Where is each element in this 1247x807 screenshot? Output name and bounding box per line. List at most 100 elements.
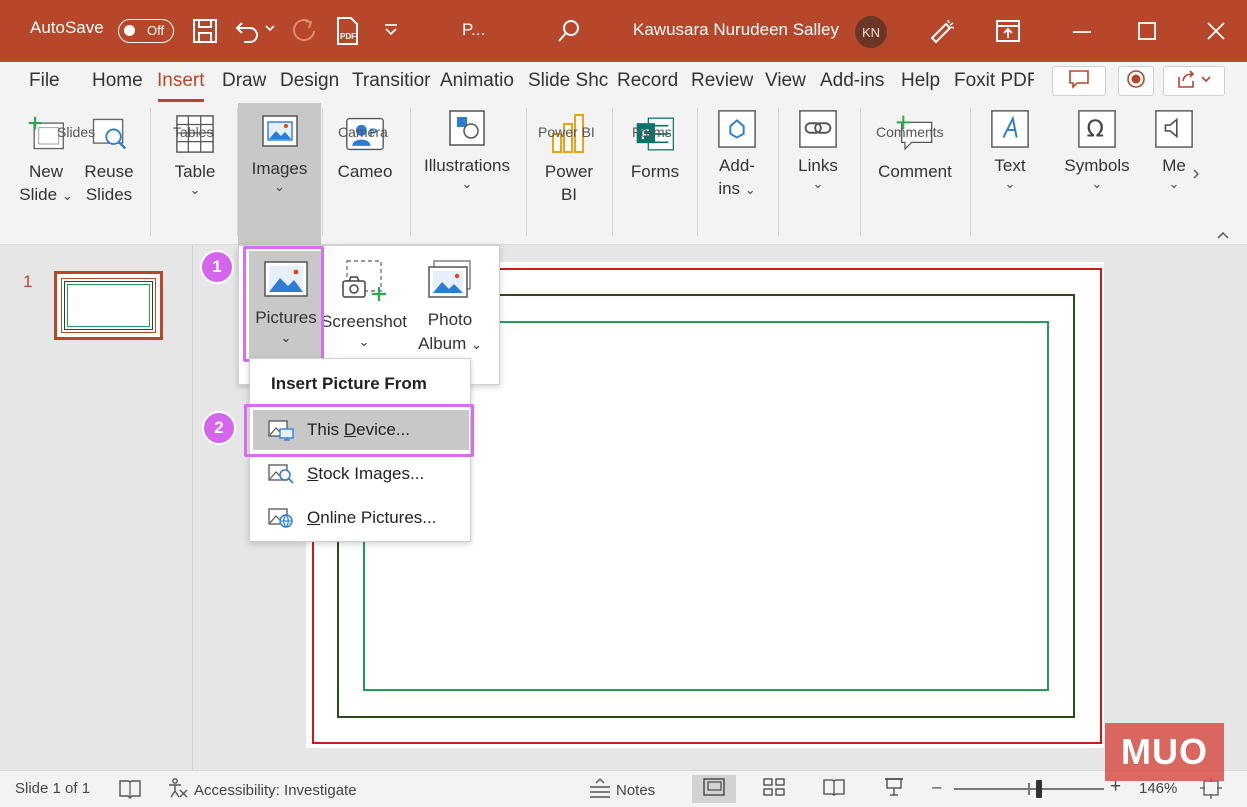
link-icon [798,106,838,150]
notes-button[interactable]: Notes [588,777,655,803]
reading-view-icon [823,778,845,800]
undo-dropdown-chevron-icon[interactable] [264,22,276,34]
tab-home[interactable]: Home [92,70,143,92]
tab-file[interactable]: File [29,70,60,92]
close-icon[interactable] [1207,22,1225,40]
text-button[interactable]: Text ⌄ [982,106,1038,191]
tab-add-ins[interactable]: Add-ins [820,70,884,92]
chevron-down-icon: ⌄ [274,179,285,194]
zoom-level[interactable]: 146% [1139,780,1177,797]
group-label-comments: Comments [876,124,944,140]
photo-album-button[interactable]: Photo Album ⌄ [409,251,491,359]
screenshot-label: Screenshot [321,312,407,331]
group-label-slides: Slides [57,124,96,140]
record-button[interactable] [1118,66,1154,96]
minimize-icon[interactable] [1072,30,1092,34]
collapse-ribbon-icon[interactable] [1214,228,1232,242]
step-1-highlight [243,246,324,362]
images-icon [260,109,300,153]
accessibility-checker[interactable]: Accessibility: Investigate [166,777,357,803]
avatar[interactable]: KN [855,16,887,48]
muo-watermark-logo: MUO [1105,723,1224,781]
tab-insert[interactable]: Insert [157,70,205,102]
accessibility-label: Accessibility: Investigate [194,781,357,799]
photo-album-label-1: Photo [427,310,473,329]
menu-item-label: Stock Images... [307,464,425,483]
power-bi-label-1: Power [544,162,594,181]
tab-transitions[interactable]: Transitior [352,70,435,92]
links-button[interactable]: Links ⌄ [789,106,847,191]
illustrations-button[interactable]: Illustrations ⌄ [418,106,516,191]
chevron-down-icon: ⌄ [358,334,370,349]
slide-sorter-icon [763,778,785,800]
slide-count[interactable]: Slide 1 of 1 [15,780,90,797]
add-ins-label-1: Add- [719,156,755,175]
status-bar: Slide 1 of 1 Accessibility: Investigate … [0,770,1247,807]
slide-sorter-view-button[interactable] [752,775,796,803]
stock-images-icon [268,462,296,486]
add-ins-button[interactable]: Add- ins ⌄ [706,106,768,200]
normal-view-button[interactable] [692,775,736,803]
images-button[interactable]: Images ⌄ [238,103,321,245]
tab-review[interactable]: Review [691,70,753,92]
ribbon-insert: New Slide ⌄ Reuse Slides Table ⌄ Images … [0,102,1247,245]
share-icon [1177,69,1211,94]
tab-record[interactable]: Record [617,70,678,92]
cameo-label: Cameo [337,162,393,181]
tab-slide-show[interactable]: Slide Shc [528,70,609,92]
reuse-slides-label-1: Reuse [84,162,134,181]
zoom-slider-thumb[interactable] [1036,780,1042,798]
spelling-check-icon[interactable] [118,778,142,800]
save-as-pdf-icon[interactable]: PDF [334,16,360,46]
separator [970,108,971,236]
maximize-icon[interactable] [1138,22,1156,40]
screenshot-button[interactable]: Screenshot ⌄ [321,251,407,359]
comments-button[interactable] [1052,66,1106,96]
autosave-toggle[interactable]: Off [118,19,174,43]
zoom-out-button[interactable]: – [932,777,941,797]
menu-item-stock-images[interactable]: Stock Images... [253,454,469,494]
slide-show-button[interactable] [872,775,916,803]
separator [697,108,698,236]
tab-help[interactable]: Help [901,70,940,92]
symbols-button[interactable]: Ω Symbols ⌄ [1056,106,1138,191]
chevron-down-icon: ⌄ [471,337,482,352]
ribbon-display-options-icon[interactable] [995,19,1021,43]
user-name[interactable]: Kawusara Nurudeen Salley [633,20,839,40]
save-icon[interactable] [191,17,219,45]
cameo-button[interactable]: P Cameo [332,112,398,183]
comment-label: Comment [878,162,952,181]
svg-text:Ω: Ω [1087,117,1104,143]
comment-button[interactable]: Comment [872,112,958,183]
undo-icon[interactable] [234,17,262,45]
share-button[interactable] [1163,66,1225,96]
omega-icon: Ω [1077,106,1117,150]
tab-design[interactable]: Design [280,70,339,92]
tab-draw[interactable]: Draw [222,70,266,92]
chevron-down-icon: ⌄ [1004,176,1016,191]
document-title: P... [462,20,486,39]
tab-animations[interactable]: Animatio [440,70,520,92]
menu-item-label: Online Pictures... [307,508,437,527]
ribbon-scroll-right-icon[interactable] [1186,164,1206,184]
add-ins-icon [717,106,757,150]
forms-button[interactable]: F Forms [623,112,687,183]
separator [612,108,613,236]
search-icon[interactable] [556,18,582,44]
step-2-badge: 2 [202,411,236,445]
tab-view[interactable]: View [765,70,806,92]
new-slide-label-2: Slide ⌄ [19,185,73,204]
designer-wand-icon[interactable] [928,17,956,45]
tab-foxit-pdf[interactable]: Foxit PDF [954,70,1034,92]
menu-item-online-pictures[interactable]: Online Pictures... [253,498,469,538]
chevron-down-icon: ⌄ [461,176,473,191]
separator [778,108,779,236]
reading-view-button[interactable] [812,775,856,803]
redo-icon[interactable] [290,17,318,45]
accessibility-icon [166,777,188,803]
screenshot-icon [339,259,389,310]
slide-thumbnail[interactable] [54,271,163,340]
customize-toolbar-icon[interactable] [383,22,399,38]
group-label-power-bi: Power BI [538,124,595,140]
chevron-down-icon: ⌄ [61,188,73,203]
